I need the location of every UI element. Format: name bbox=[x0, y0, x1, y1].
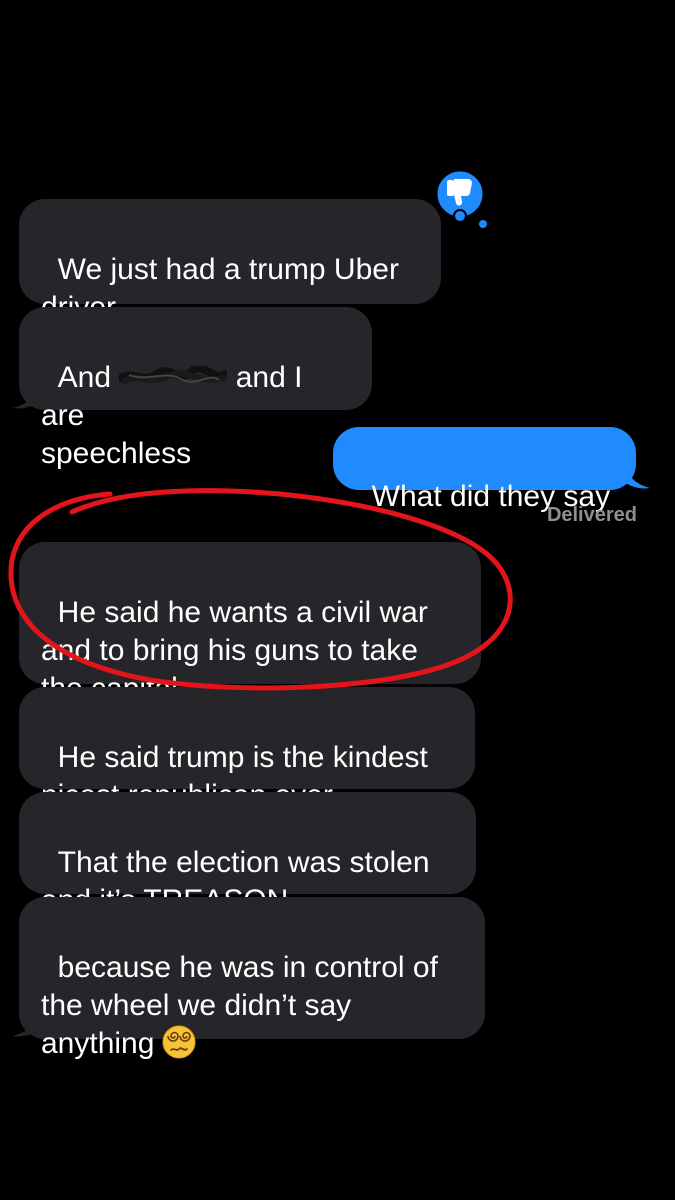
tapback-tail-dot bbox=[453, 209, 467, 223]
incoming-message-bubble[interactable]: We just had a trump Uber driver bbox=[19, 199, 441, 324]
message-text: because he was in control of the wheel w… bbox=[41, 951, 438, 1060]
incoming-message-bubble[interactable]: That the election was stolen and it’s TR… bbox=[19, 792, 476, 917]
tapback-tail-small-dot bbox=[479, 220, 487, 228]
incoming-message-bubble[interactable]: because he was in control of the wheel w… bbox=[19, 897, 485, 1060]
outgoing-message-bubble[interactable]: What did they say bbox=[333, 427, 636, 513]
incoming-message-bubble[interactable]: He said trump is the kindest nicest repu… bbox=[19, 687, 475, 812]
incoming-message-bubble[interactable]: He said he wants a civil war and to brin… bbox=[19, 542, 481, 705]
redacted-name-scribble bbox=[119, 366, 228, 385]
message-text-prefix: And bbox=[57, 361, 120, 394]
delivery-status: Delivered bbox=[546, 504, 637, 526]
dizzy-face-emoji bbox=[162, 1025, 196, 1059]
incoming-message-bubble[interactable]: And and I are speechless bbox=[19, 307, 372, 470]
